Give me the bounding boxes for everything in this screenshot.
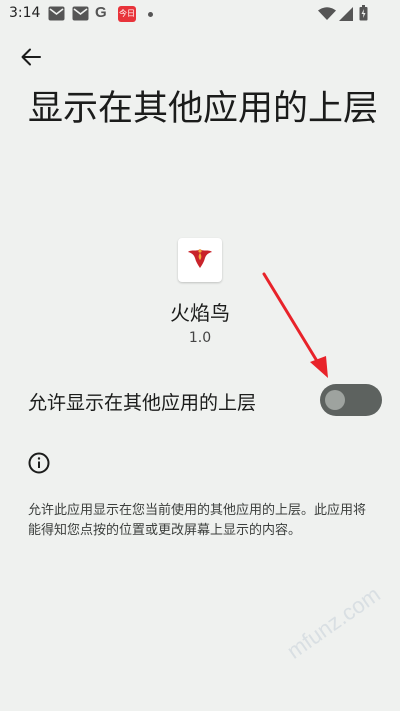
permission-description: 允许此应用显示在您当前使用的其他应用的上层。此应用将能得知您点按的位置或更改屏幕…: [28, 503, 367, 538]
permission-label: 允许显示在其他应用的上层: [28, 392, 257, 414]
info-icon: [28, 452, 50, 478]
mail-icon: [48, 6, 65, 25]
dot-icon: [148, 12, 153, 17]
wifi-icon: [318, 6, 336, 25]
google-icon: G: [95, 4, 107, 21]
app-icon: [178, 238, 222, 282]
phoenix-icon: [187, 246, 213, 274]
mail-icon: [72, 6, 89, 25]
app-version: 1.0: [188, 330, 212, 346]
back-button[interactable]: [14, 44, 48, 74]
arrow-left-icon: [21, 48, 41, 70]
signal-icon: [339, 6, 353, 25]
watermark: mfunz.com: [282, 581, 385, 664]
toggle-thumb: [325, 390, 345, 410]
annotation-arrow-icon: [258, 270, 338, 386]
permission-row[interactable]: 允许显示在其他应用的上层: [0, 370, 400, 430]
status-bar: 3:14 G 今日: [0, 0, 400, 28]
battery-icon: [359, 5, 368, 25]
status-time: 3:14: [9, 5, 41, 21]
page-title: 显示在其他应用的上层: [28, 89, 379, 129]
app-notification-icon: 今日: [118, 6, 136, 22]
app-name: 火焰鸟: [170, 301, 230, 325]
permission-toggle[interactable]: [320, 384, 382, 416]
